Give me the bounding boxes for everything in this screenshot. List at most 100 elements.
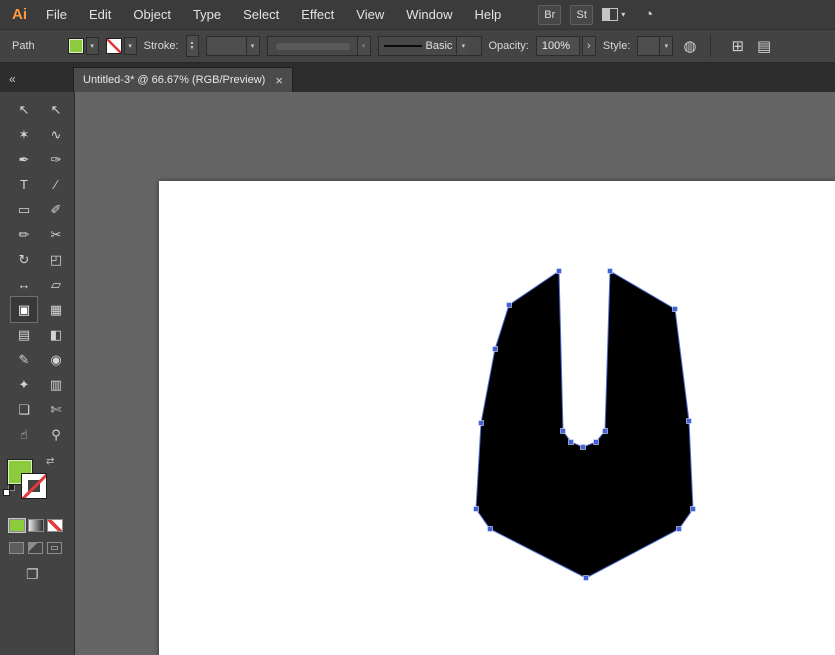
pen-tool[interactable]: ✒ bbox=[11, 147, 37, 172]
anchor-point[interactable] bbox=[602, 428, 608, 434]
stroke-weight-label: Stroke: bbox=[143, 40, 179, 52]
swap-fill-stroke-icon[interactable]: ⇄ bbox=[46, 456, 54, 467]
eyedropper-tool[interactable]: ✎ bbox=[11, 347, 37, 372]
opacity-field[interactable]: 100% bbox=[535, 36, 580, 56]
stock-button[interactable]: St bbox=[570, 4, 594, 25]
draw-normal-button[interactable] bbox=[9, 542, 24, 554]
curvature-tool[interactable]: ✑ bbox=[43, 147, 69, 172]
menu-file[interactable]: File bbox=[35, 7, 78, 22]
anchor-point[interactable] bbox=[676, 526, 682, 532]
brush-arrow-icon[interactable]: ▾ bbox=[456, 37, 470, 55]
anchor-point[interactable] bbox=[672, 306, 678, 312]
width-tool[interactable]: ↔ bbox=[11, 272, 37, 297]
symbol-sprayer-tool[interactable]: ✦ bbox=[11, 372, 37, 397]
blend-tool[interactable]: ◉ bbox=[43, 347, 69, 372]
lasso-tool[interactable]: ∿ bbox=[43, 122, 69, 147]
shaper-tool[interactable]: ✏ bbox=[11, 222, 37, 247]
change-screen-mode-button[interactable]: ❐ bbox=[26, 566, 74, 583]
menu-help[interactable]: Help bbox=[463, 7, 512, 22]
gradient-button[interactable] bbox=[28, 519, 44, 532]
transform-panel-icon[interactable]: ▤ bbox=[754, 37, 774, 55]
column-graph-tool[interactable]: ▥ bbox=[43, 372, 69, 397]
menu-edit[interactable]: Edit bbox=[78, 7, 122, 22]
zoom-tool[interactable]: ⚲ bbox=[43, 422, 69, 447]
type-tool[interactable]: T bbox=[11, 172, 37, 197]
arrange-documents-icon bbox=[602, 8, 619, 21]
sync-status-icon[interactable]: ◔ bbox=[644, 6, 653, 23]
brush-definition-select[interactable]: Basic ▾ bbox=[377, 36, 482, 56]
fill-color-swatch[interactable] bbox=[67, 38, 84, 54]
scissors-tool[interactable]: ✂ bbox=[43, 222, 69, 247]
anchor-point[interactable] bbox=[560, 428, 566, 434]
menu-window[interactable]: Window bbox=[395, 7, 463, 22]
stroke-weight-stepper[interactable]: ▲ ▼ bbox=[185, 35, 199, 57]
document-tab[interactable]: Untitled-3* @ 66.67% (RGB/Preview) × bbox=[73, 67, 293, 92]
anchor-point[interactable] bbox=[568, 439, 574, 445]
free-transform-tool[interactable]: ▱ bbox=[43, 272, 69, 297]
anchor-point[interactable] bbox=[583, 575, 589, 581]
app-logo-icon[interactable]: Ai bbox=[8, 6, 35, 23]
stepper-down-icon[interactable]: ▼ bbox=[190, 46, 195, 51]
anchor-point[interactable] bbox=[607, 268, 613, 274]
align-panel-icon[interactable]: ⊞ bbox=[728, 37, 747, 55]
hand-tool[interactable]: ☝ bbox=[11, 422, 37, 447]
stroke-weight-arrow-icon[interactable]: ▾ bbox=[245, 37, 259, 55]
anchor-point[interactable] bbox=[593, 439, 599, 445]
tab-close-icon[interactable]: × bbox=[275, 73, 283, 88]
width-profile-preview bbox=[275, 42, 350, 50]
stroke-swatch[interactable] bbox=[21, 473, 47, 499]
paintbrush-tool[interactable]: ✐ bbox=[43, 197, 69, 222]
chevron-down-icon: ▾ bbox=[621, 10, 626, 19]
bridge-button[interactable]: Br bbox=[538, 4, 562, 25]
draw-inside-button[interactable] bbox=[47, 542, 62, 554]
anchor-point[interactable] bbox=[487, 526, 493, 532]
menu-view[interactable]: View bbox=[345, 7, 395, 22]
anchor-point[interactable] bbox=[478, 420, 484, 426]
selection-tool[interactable]: ↖ bbox=[11, 97, 37, 122]
anchor-point[interactable] bbox=[473, 506, 479, 512]
stroke-weight-select[interactable]: ▾ bbox=[205, 36, 260, 56]
collapse-panels-icon[interactable]: « bbox=[0, 72, 73, 92]
fill-dropdown-arrow-icon[interactable]: ▾ bbox=[85, 37, 99, 55]
slice-tool[interactable]: ✄ bbox=[43, 397, 69, 422]
recolor-artwork-icon[interactable]: ◍ bbox=[680, 37, 699, 55]
workspace-body: ↖ ↖ ✶ ∿ ✒ ✑ T ∕ ▭ ✐ ✏ ✂ ↻ ◰ ↔ ▱ ▣ ▦ ▤ ◧ ✎ ◉ ✦ ▥ ❏ ✄ ☝ ⚲ ⇄ bbox=[0, 92, 835, 655]
context-label: Path bbox=[12, 40, 35, 52]
anchor-point[interactable] bbox=[506, 302, 512, 308]
direct-selection-tool[interactable]: ↖ bbox=[43, 97, 69, 122]
menu-effect[interactable]: Effect bbox=[290, 7, 345, 22]
opacity-panel-arrow[interactable]: › bbox=[581, 36, 596, 56]
anchor-point[interactable] bbox=[690, 506, 696, 512]
separator bbox=[710, 35, 712, 57]
arrange-documents-button[interactable]: ▾ bbox=[602, 8, 625, 21]
stroke-color-control[interactable]: ▾ bbox=[105, 37, 137, 55]
default-fill-stroke-icon[interactable] bbox=[3, 489, 10, 496]
line-segment-tool[interactable]: ∕ bbox=[43, 172, 69, 197]
vector-shape[interactable] bbox=[475, 270, 694, 579]
shape-builder-tool[interactable]: ▣ bbox=[10, 296, 38, 323]
anchor-point[interactable] bbox=[492, 346, 498, 352]
rectangle-tool[interactable]: ▭ bbox=[11, 197, 37, 222]
mesh-tool[interactable]: ▤ bbox=[11, 322, 37, 347]
rotate-tool[interactable]: ↻ bbox=[11, 247, 37, 272]
scale-tool[interactable]: ◰ bbox=[43, 247, 69, 272]
gradient-tool[interactable]: ◧ bbox=[43, 322, 69, 347]
anchor-point[interactable] bbox=[580, 444, 586, 450]
magic-wand-tool[interactable]: ✶ bbox=[11, 122, 37, 147]
stroke-dropdown-arrow-icon[interactable]: ▾ bbox=[123, 37, 137, 55]
canvas-area[interactable] bbox=[75, 92, 835, 655]
menu-select[interactable]: Select bbox=[232, 7, 290, 22]
perspective-grid-tool[interactable]: ▦ bbox=[43, 297, 69, 322]
style-select[interactable]: ▾ bbox=[637, 36, 674, 56]
none-button[interactable] bbox=[47, 519, 63, 532]
stroke-color-swatch[interactable] bbox=[105, 38, 122, 54]
color-button[interactable] bbox=[8, 518, 26, 533]
draw-behind-button[interactable] bbox=[28, 542, 43, 554]
menu-object[interactable]: Object bbox=[122, 7, 182, 22]
fill-color-control[interactable]: ▾ bbox=[67, 37, 99, 55]
anchor-point[interactable] bbox=[686, 418, 692, 424]
anchor-point[interactable] bbox=[556, 268, 562, 274]
style-arrow-icon[interactable]: ▾ bbox=[659, 37, 673, 55]
menu-type[interactable]: Type bbox=[182, 7, 232, 22]
artboard-tool[interactable]: ❏ bbox=[11, 397, 37, 422]
